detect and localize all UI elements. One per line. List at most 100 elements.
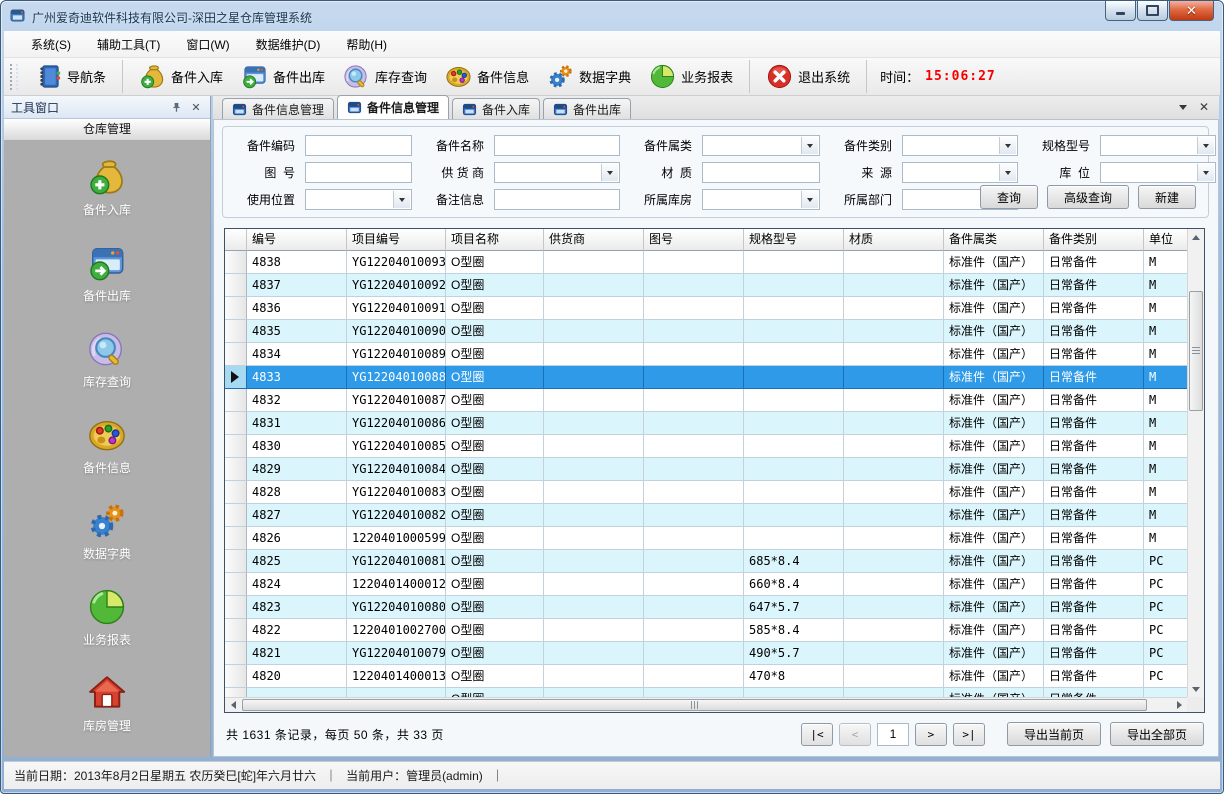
toolbar-grip[interactable] [10, 64, 18, 90]
chevron-down-icon[interactable] [801, 191, 818, 208]
sidebar-group-header[interactable]: 仓库管理 [4, 119, 210, 141]
scroll-down-icon[interactable] [1188, 681, 1204, 697]
chevron-down-icon[interactable] [999, 164, 1016, 181]
tab[interactable]: 备件信息管理 [222, 98, 334, 119]
close-button[interactable]: ✕ [1169, 1, 1214, 21]
row-selector-cell[interactable] [225, 642, 247, 665]
vertical-scroll-thumb[interactable] [1189, 291, 1203, 411]
row-selector-cell[interactable] [225, 435, 247, 458]
toolbar-button[interactable]: 备件入库 [130, 60, 232, 93]
chevron-down-icon[interactable] [801, 137, 818, 154]
table-row[interactable]: 4833 YG12204010088 O型圈 标准件（国产） 日常备件 M [225, 366, 1204, 389]
tab[interactable]: 备件信息管理 [337, 95, 449, 119]
table-row[interactable]: 4830 YG12204010085 O型圈 标准件（国产） 日常备件 M [225, 435, 1204, 458]
search-field-control[interactable] [305, 189, 412, 210]
search-field-input[interactable] [703, 163, 819, 182]
row-selector-cell[interactable] [225, 389, 247, 412]
toolbar-button[interactable]: 备件出库 [232, 60, 334, 93]
row-selector-cell[interactable] [225, 343, 247, 366]
chevron-down-icon[interactable] [999, 137, 1016, 154]
table-row[interactable]: O型圈 标准件（国产） 日常备件 [225, 688, 1204, 697]
prev-page-button[interactable]: < [839, 723, 871, 746]
toolbar-button[interactable]: 数据字典 [538, 60, 640, 93]
first-page-button[interactable]: |< [801, 723, 833, 746]
search-field-input[interactable] [495, 136, 619, 155]
horizontal-scroll-thumb[interactable] [242, 699, 1147, 711]
tab-close-icon[interactable]: ✕ [1199, 101, 1209, 113]
search-field-input[interactable] [306, 163, 411, 182]
toolbar-button[interactable]: 导航条 [26, 60, 123, 93]
search-field-control[interactable] [702, 189, 820, 210]
tab-list-dropdown-icon[interactable] [1179, 105, 1187, 110]
search-field-control[interactable] [305, 162, 412, 183]
table-row[interactable]: 4834 YG12204010089 O型圈 标准件（国产） 日常备件 M [225, 343, 1204, 366]
grid-header-cell[interactable]: 材质 [844, 229, 944, 251]
table-row[interactable]: 4835 YG12204010090 O型圈 标准件（国产） 日常备件 M [225, 320, 1204, 343]
grid-header-cell[interactable]: 备件属类 [944, 229, 1044, 251]
pin-icon[interactable] [169, 100, 183, 114]
row-selector-cell[interactable] [225, 550, 247, 573]
table-row[interactable]: 4825 YG12204010081 O型圈 685*8.4 标准件（国产） 日… [225, 550, 1204, 573]
maximize-button[interactable] [1137, 1, 1168, 21]
table-row[interactable]: 4829 YG12204010084 O型圈 标准件（国产） 日常备件 M [225, 458, 1204, 481]
toolbar-button[interactable]: 备件信息 [436, 60, 538, 93]
sidebar-item[interactable]: 备件信息 [83, 415, 131, 476]
row-selector-cell[interactable] [225, 366, 247, 389]
search-field-control[interactable] [902, 135, 1018, 156]
close-panel-icon[interactable]: ✕ [189, 100, 203, 114]
grid-header-cell[interactable]: 项目编号 [347, 229, 446, 251]
menu-item[interactable]: 数据维护(D) [243, 31, 334, 58]
row-selector-cell[interactable] [225, 274, 247, 297]
row-selector-cell[interactable] [225, 458, 247, 481]
search-field-control[interactable] [494, 189, 620, 210]
row-selector-cell[interactable] [225, 596, 247, 619]
search-field-control[interactable] [1100, 135, 1216, 156]
grid-header-cell[interactable]: 编号 [247, 229, 347, 251]
table-row[interactable]: 4827 YG12204010082 O型圈 标准件（国产） 日常备件 M [225, 504, 1204, 527]
table-row[interactable]: 4823 YG12204010080 O型圈 647*5.7 标准件（国产） 日… [225, 596, 1204, 619]
grid-header-cell[interactable]: 规格型号 [744, 229, 844, 251]
table-row[interactable]: 4836 YG12204010091 O型圈 标准件（国产） 日常备件 M [225, 297, 1204, 320]
row-selector-cell[interactable] [225, 527, 247, 550]
search-field-input[interactable] [495, 190, 619, 209]
table-row[interactable]: 4838 YG12204010093 O型圈 标准件（国产） 日常备件 M [225, 251, 1204, 274]
search-field-control[interactable] [702, 162, 820, 183]
toolbar-button[interactable]: 库存查询 [334, 60, 436, 93]
row-selector-cell[interactable] [225, 297, 247, 320]
tab[interactable]: 备件出库 [543, 98, 631, 119]
chevron-down-icon[interactable] [1197, 164, 1214, 181]
row-selector-cell[interactable] [225, 665, 247, 688]
search-field-control[interactable] [494, 162, 620, 183]
scroll-up-icon[interactable] [1188, 229, 1204, 245]
tab[interactable]: 备件入库 [452, 98, 540, 119]
menu-item[interactable]: 辅助工具(T) [84, 31, 173, 58]
grid-header-cell[interactable]: 项目名称 [446, 229, 544, 251]
sidebar-item[interactable]: 备件入库 [83, 157, 131, 218]
search-button[interactable]: 新建 [1138, 185, 1196, 209]
row-selector-cell[interactable] [225, 688, 247, 697]
table-row[interactable]: 4821 YG12204010079 O型圈 490*5.7 标准件（国产） 日… [225, 642, 1204, 665]
search-button[interactable]: 查询 [980, 185, 1038, 209]
search-field-control[interactable] [902, 162, 1018, 183]
sidebar-item[interactable]: 备件出库 [83, 243, 131, 304]
row-selector-cell[interactable] [225, 320, 247, 343]
table-row[interactable]: 4824 1220401400012 O型圈 660*8.4 标准件（国产） 日… [225, 573, 1204, 596]
search-field-control[interactable] [305, 135, 412, 156]
minimize-button[interactable] [1105, 1, 1136, 21]
table-row[interactable]: 4832 YG12204010087 O型圈 标准件（国产） 日常备件 M [225, 389, 1204, 412]
next-page-button[interactable]: > [915, 723, 947, 746]
search-field-control[interactable] [1100, 162, 1216, 183]
menu-item[interactable]: 帮助(H) [333, 31, 400, 58]
grid-header-cell[interactable]: 图号 [644, 229, 744, 251]
search-field-control[interactable] [702, 135, 820, 156]
sidebar-item[interactable]: 库存查询 [83, 329, 131, 390]
search-field-input[interactable] [306, 136, 411, 155]
toolbar-button[interactable]: 退出系统 [757, 60, 867, 93]
row-selector-cell[interactable] [225, 481, 247, 504]
menu-item[interactable]: 系统(S) [18, 31, 84, 58]
sidebar-item[interactable]: 库房管理 [83, 673, 131, 734]
page-number-input[interactable] [877, 723, 909, 746]
table-row[interactable]: 4822 1220401002700 O型圈 585*8.4 标准件（国产） 日… [225, 619, 1204, 642]
vertical-scrollbar[interactable] [1187, 229, 1204, 697]
table-row[interactable]: 4828 YG12204010083 O型圈 标准件（国产） 日常备件 M [225, 481, 1204, 504]
